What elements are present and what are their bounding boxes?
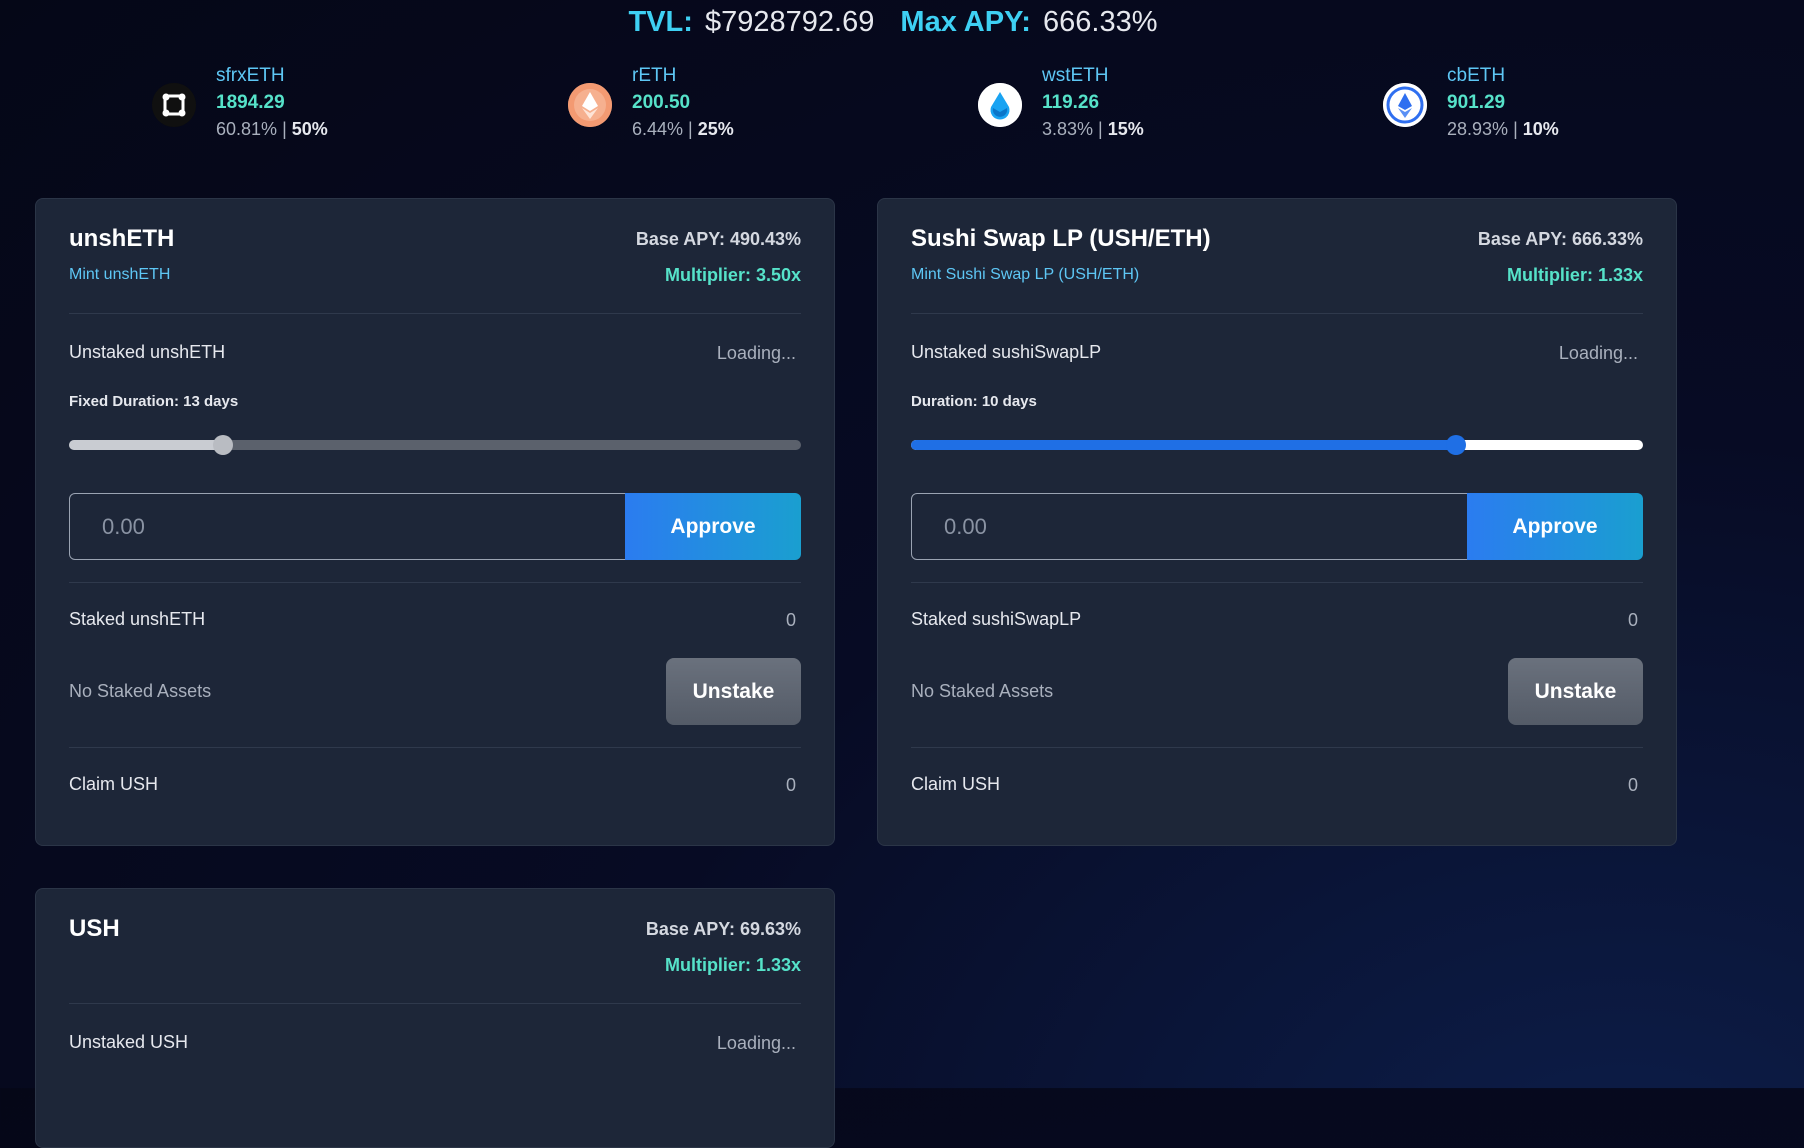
amount-input[interactable]: 0.00 [69, 493, 626, 560]
token-apy-weight: 6.44% | 25% [632, 119, 734, 139]
pool-title: USH [69, 915, 120, 942]
sfrxeth-icon [152, 83, 196, 127]
multiplier: Multiplier: 1.33x [664, 955, 801, 975]
tvl-value: $7928792.69 [705, 6, 875, 38]
divider [69, 747, 801, 748]
staked-label: Staked unshETH [69, 609, 206, 629]
token-price: 1894.29 [216, 92, 285, 113]
no-staked-assets: No Staked Assets [911, 681, 1054, 701]
protocol-stats: TVL: $7928792.69 Max APY: 666.33% [0, 4, 1804, 40]
token-price: 200.50 [632, 92, 691, 113]
multiplier: Multiplier: 1.33x [1506, 265, 1643, 285]
divider [69, 1003, 801, 1004]
approve-button[interactable]: Approve [1467, 493, 1643, 560]
unstaked-value: Loading... [1558, 343, 1638, 363]
pool-title: unshETH [69, 225, 175, 252]
pool-card-ush: USH Base APY: 69.63% Multiplier: 1.33x U… [35, 888, 835, 1148]
claim-label[interactable]: Claim USH [69, 774, 158, 795]
unstake-button[interactable]: Unstake [1508, 658, 1643, 725]
duration-slider[interactable] [911, 435, 1643, 455]
unstaked-label: Unstaked USH [69, 1032, 189, 1052]
divider [69, 582, 801, 583]
token-name: sfrxETH [216, 65, 285, 86]
claim-value: 0 [1627, 775, 1638, 795]
duration-slider[interactable] [69, 435, 801, 455]
unstaked-label: Unstaked sushiSwapLP [911, 342, 1102, 362]
slider-fill [69, 440, 223, 450]
divider [911, 747, 1643, 748]
cbeth-icon [1383, 83, 1427, 127]
divider [911, 582, 1643, 583]
staked-label: Staked sushiSwapLP [911, 609, 1082, 629]
approve-button[interactable]: Approve [625, 493, 801, 560]
no-staked-assets: No Staked Assets [69, 681, 212, 701]
max-apy-label: Max APY: [900, 6, 1031, 38]
multiplier: Multiplier: 3.50x [664, 265, 801, 285]
base-apy: Base APY: 666.33% [1477, 229, 1643, 249]
divider [911, 313, 1643, 314]
token-price: 901.29 [1447, 92, 1506, 113]
max-apy-value: 666.33% [1043, 6, 1158, 38]
token-apy-weight: 28.93% | 10% [1447, 119, 1559, 139]
pool-card-unsheth: unshETH Mint unshETH Base APY: 490.43% M… [35, 198, 835, 846]
pool-card-sushiswap-lp: Sushi Swap LP (USH/ETH) Mint Sushi Swap … [877, 198, 1677, 846]
pool-title: Sushi Swap LP (USH/ETH) [911, 225, 1211, 252]
unstaked-value: Loading... [716, 343, 796, 363]
token-apy-weight: 60.81% | 50% [216, 119, 328, 139]
unstake-button[interactable]: Unstake [666, 658, 801, 725]
claim-label[interactable]: Claim USH [911, 774, 1000, 795]
staked-value: 0 [785, 610, 796, 630]
amount-input[interactable]: 0.00 [911, 493, 1468, 560]
token-name: rETH [632, 65, 677, 86]
duration-label: Fixed Duration: 13 days [69, 393, 239, 410]
wsteth-icon [978, 83, 1022, 127]
divider [69, 313, 801, 314]
duration-label: Duration: 10 days [911, 393, 1037, 410]
token-price: 119.26 [1042, 92, 1100, 113]
slider-fill [911, 440, 1457, 450]
token-name: wstETH [1042, 65, 1109, 86]
tvl-label: TVL: [628, 6, 693, 38]
token-apy-weight: 3.83% | 15% [1042, 119, 1144, 139]
unstaked-label: Unstaked unshETH [69, 342, 226, 362]
claim-value: 0 [785, 775, 796, 795]
mint-link[interactable]: Mint unshETH [69, 266, 170, 284]
slider-thumb[interactable] [1446, 435, 1467, 455]
token-name: cbETH [1447, 65, 1506, 86]
unstaked-value: Loading... [716, 1033, 796, 1053]
base-apy: Base APY: 490.43% [635, 229, 801, 249]
mint-link[interactable]: Mint Sushi Swap LP (USH/ETH) [911, 266, 1139, 284]
staked-value: 0 [1627, 610, 1638, 630]
reth-icon [568, 83, 612, 127]
base-apy: Base APY: 69.63% [645, 919, 801, 939]
slider-thumb[interactable] [212, 435, 233, 455]
